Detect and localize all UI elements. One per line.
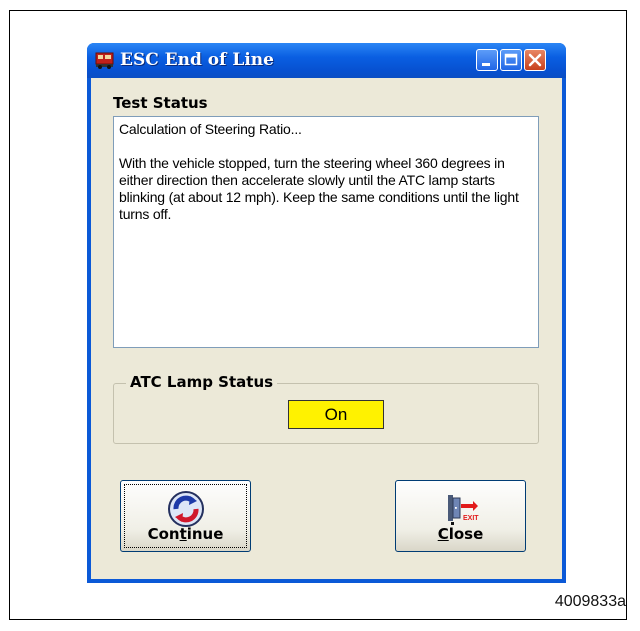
status-line-2: With the vehicle stopped, turn the steer…: [119, 155, 519, 222]
close-button[interactable]: EXIT Close: [395, 480, 526, 552]
dialog-window: ESC End of Line Test Status Calculation …: [87, 43, 566, 583]
test-status-label: Test Status: [113, 94, 208, 112]
minimize-icon: [482, 63, 490, 66]
close-icon: [528, 53, 542, 67]
refresh-icon: [167, 491, 204, 527]
continue-label: Continue: [147, 525, 224, 543]
svg-text:EXIT: EXIT: [463, 515, 479, 522]
title-bar[interactable]: ESC End of Line: [87, 43, 566, 78]
close-label: Close: [437, 525, 484, 543]
minimize-button[interactable]: [476, 49, 498, 71]
status-line-1: Calculation of Steering Ratio...: [119, 121, 302, 137]
app-icon: [95, 52, 114, 69]
figure-id: 4009833a: [554, 593, 626, 610]
maximize-button[interactable]: [500, 49, 522, 71]
test-status-textbox[interactable]: Calculation of Steering Ratio... With th…: [113, 116, 539, 348]
exit-icon: EXIT: [447, 495, 479, 525]
atc-lamp-indicator: On: [288, 400, 384, 429]
window-title: ESC End of Line: [120, 50, 274, 70]
continue-button[interactable]: Continue: [120, 480, 251, 552]
close-window-button[interactable]: [524, 49, 546, 71]
atc-lamp-label: ATC Lamp Status: [126, 373, 278, 391]
maximize-icon: [504, 53, 518, 66]
